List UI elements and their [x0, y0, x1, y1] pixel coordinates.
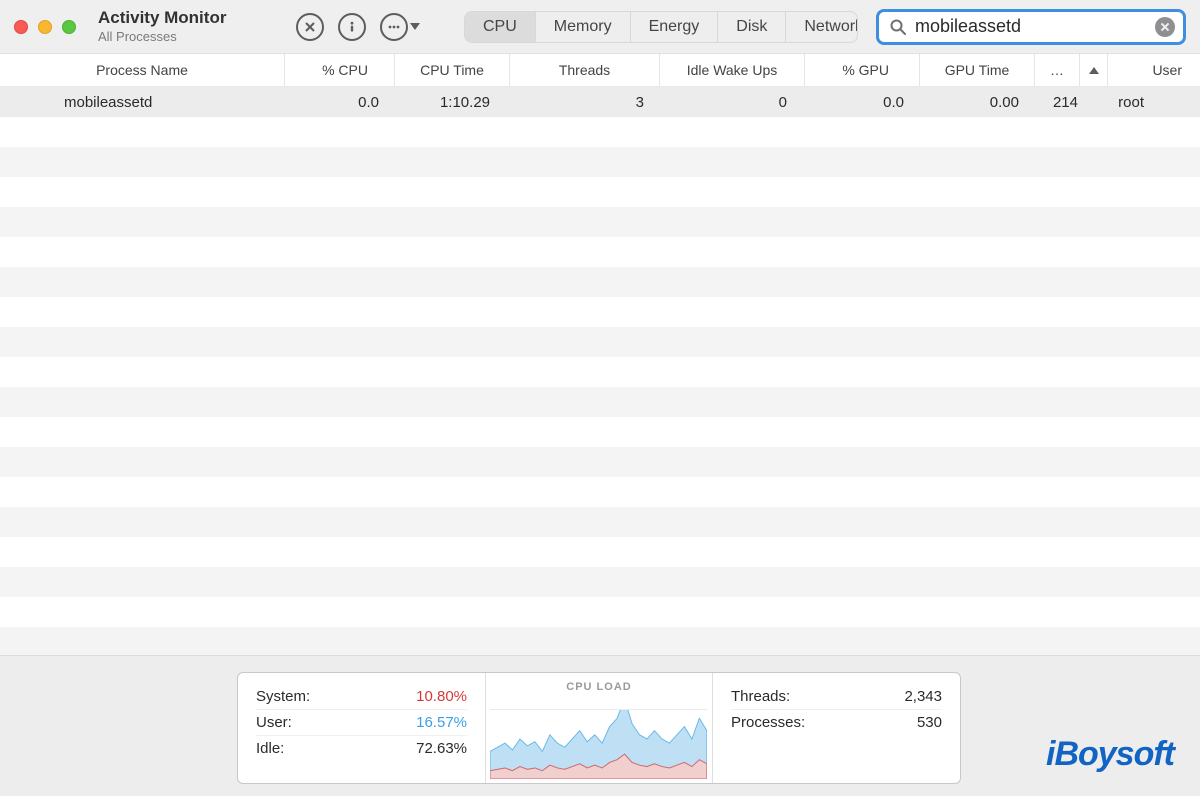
chevron-down-icon [410, 23, 420, 30]
app-subtitle: All Processes [98, 30, 268, 44]
value-system: 10.80% [416, 688, 467, 705]
value-processes: 530 [917, 714, 942, 731]
cell-gpu-time: 0.00 [920, 87, 1035, 117]
sort-ascending-icon [1089, 67, 1099, 74]
cell-gpu: 0.0 [805, 87, 920, 117]
more-actions-button[interactable] [380, 13, 420, 41]
label-threads: Threads: [731, 688, 790, 705]
col-cpu-percent[interactable]: % CPU [285, 54, 395, 86]
label-processes: Processes: [731, 714, 805, 731]
tab-bar: CPU Memory Energy Disk Network [464, 11, 858, 43]
app-title: Activity Monitor [98, 9, 268, 28]
footer: System: 10.80% User: 16.57% Idle: 72.63%… [0, 655, 1200, 796]
label-user: User: [256, 714, 292, 731]
zoom-window-button[interactable] [62, 20, 76, 34]
ellipsis-icon [380, 13, 408, 41]
search-input[interactable] [915, 16, 1147, 37]
col-more[interactable]: … [1035, 54, 1080, 86]
search-icon [889, 18, 907, 36]
watermark-logo: iBoysoft [1046, 735, 1174, 774]
cpu-load-sparkline [490, 709, 707, 779]
tab-disk[interactable]: Disk [718, 12, 786, 42]
stat-user: User: 16.57% [256, 709, 467, 735]
toolbar: Activity Monitor All Processes CPU Memor… [0, 0, 1200, 54]
cpu-load-chart: CPU LOAD [485, 673, 713, 783]
close-window-button[interactable] [14, 20, 28, 34]
stat-idle: Idle: 72.63% [256, 735, 467, 761]
value-user: 16.57% [416, 714, 467, 731]
tab-cpu[interactable]: CPU [465, 12, 536, 42]
col-sort-indicator[interactable] [1080, 54, 1108, 86]
col-idle-wakeups[interactable]: Idle Wake Ups [660, 54, 805, 86]
clear-search-button[interactable] [1155, 17, 1175, 37]
minimize-window-button[interactable] [38, 20, 52, 34]
value-threads: 2,343 [904, 688, 942, 705]
col-threads[interactable]: Threads [510, 54, 660, 86]
tab-network[interactable]: Network [786, 12, 858, 42]
col-gpu-percent[interactable]: % GPU [805, 54, 920, 86]
column-headers: Process Name % CPU CPU Time Threads Idle… [0, 54, 1200, 87]
empty-rows [0, 117, 1200, 657]
tab-energy[interactable]: Energy [631, 12, 719, 42]
stop-process-button[interactable] [296, 13, 324, 41]
label-system: System: [256, 688, 310, 705]
cell-cpu: 0.0 [285, 87, 395, 117]
col-user[interactable]: User [1108, 54, 1200, 86]
value-idle: 72.63% [416, 740, 467, 757]
cpu-summary-panel: System: 10.80% User: 16.57% Idle: 72.63%… [237, 672, 961, 784]
col-cpu-time[interactable]: CPU Time [395, 54, 510, 86]
toolbar-actions [296, 13, 420, 41]
col-gpu-time[interactable]: GPU Time [920, 54, 1035, 86]
cell-cpu-time: 1:10.29 [395, 87, 510, 117]
cell-more: 214 [1035, 87, 1080, 117]
stat-threads: Threads: 2,343 [731, 683, 942, 709]
info-button[interactable] [338, 13, 366, 41]
stat-processes: Processes: 530 [731, 709, 942, 735]
cell-threads: 3 [510, 87, 660, 117]
search-field[interactable] [876, 9, 1186, 45]
tab-memory[interactable]: Memory [536, 12, 631, 42]
cell-wakeups: 0 [660, 87, 805, 117]
col-process-name[interactable]: Process Name [0, 54, 285, 86]
table-row[interactable]: mobileassetd 0.0 1:10.29 3 0 0.0 0.00 21… [0, 87, 1200, 117]
cell-process-name: mobileassetd [0, 87, 285, 117]
label-idle: Idle: [256, 740, 284, 757]
cell-user: root [1108, 87, 1200, 117]
cpu-load-title: CPU LOAD [486, 681, 712, 693]
title-block: Activity Monitor All Processes [98, 9, 268, 44]
window-controls [14, 20, 76, 34]
stat-system: System: 10.80% [256, 683, 467, 709]
process-table: mobileassetd 0.0 1:10.29 3 0 0.0 0.00 21… [0, 87, 1200, 117]
